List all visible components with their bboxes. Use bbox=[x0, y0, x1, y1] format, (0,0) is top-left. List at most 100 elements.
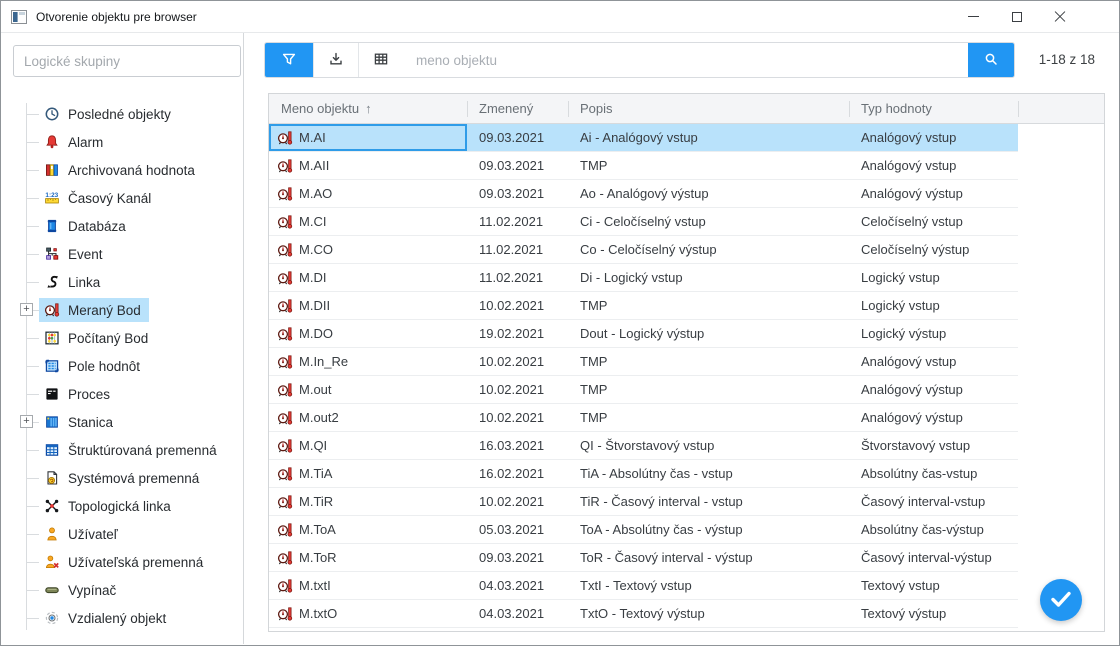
funnel-icon bbox=[281, 51, 297, 70]
column-header[interactable]: Popis bbox=[568, 94, 849, 123]
table-row[interactable]: M.out10.02.2021TMPAnalógový výstup bbox=[269, 376, 1104, 404]
station-icon bbox=[43, 414, 60, 431]
tree-item-linka[interactable]: Linka bbox=[1, 268, 243, 296]
table-row[interactable]: M.CI11.02.2021Ci - Celočíselný vstupCelo… bbox=[269, 208, 1104, 236]
tree-item-meran-bod[interactable]: Meraný Bod bbox=[1, 296, 243, 324]
tree-item-topologick-linka[interactable]: Topologická linka bbox=[1, 492, 243, 520]
column-header[interactable]: Typ hodnoty bbox=[849, 94, 1018, 123]
cell-object-name[interactable]: M.ToA bbox=[269, 516, 467, 544]
table-row[interactable]: M.TiR10.02.2021TiR - Časový interval - v… bbox=[269, 488, 1104, 516]
cell-object-name[interactable]: M.CI bbox=[269, 208, 467, 236]
tree-item-vzdialen-objekt[interactable]: Vzdialený objekt bbox=[1, 604, 243, 632]
cell-object-name[interactable]: M.AII bbox=[269, 152, 467, 180]
table-row[interactable]: M.DI11.02.2021Di - Logický vstupLogický … bbox=[269, 264, 1104, 292]
tree-item-u-vate-sk-premenn-[interactable]: Užívateľská premenná bbox=[1, 548, 243, 576]
table-row[interactable]: M.AO09.03.2021Ao - Analógový výstupAnaló… bbox=[269, 180, 1104, 208]
main-panel: 1-18 z 18 Meno objektu↑ZmenenýPopisTyp h… bbox=[244, 33, 1119, 644]
object-name: M.DO bbox=[299, 326, 333, 341]
tree-item-proces[interactable]: Proces bbox=[1, 380, 243, 408]
logical-groups-input[interactable] bbox=[13, 45, 241, 77]
cell-object-name[interactable]: M.TiR bbox=[269, 488, 467, 516]
object-name: M.TiR bbox=[299, 494, 333, 509]
cell-modified-date: 16.02.2021 bbox=[467, 460, 568, 488]
column-header[interactable]: Meno objektu↑ bbox=[269, 94, 467, 123]
tree-item-u-vate-[interactable]: Užívateľ bbox=[1, 520, 243, 548]
window-title: Otvorenie objektu pre browser bbox=[36, 10, 197, 24]
tree-item--asov-kan-l[interactable]: 1:23Časový Kanál bbox=[1, 184, 243, 212]
search-icon bbox=[983, 51, 999, 70]
maximize-button[interactable] bbox=[995, 2, 1038, 32]
table-row[interactable]: M.DII10.02.2021TMPLogický vstup bbox=[269, 292, 1104, 320]
cell-object-name[interactable]: M.CO bbox=[269, 236, 467, 264]
cell-value-type: Celočíselný vstup bbox=[849, 208, 1018, 236]
expand-icon[interactable] bbox=[20, 415, 33, 428]
tree-item-label: Posledné objekty bbox=[68, 107, 171, 122]
table-row[interactable]: M.In_Re10.02.2021TMPAnalógový vstup bbox=[269, 348, 1104, 376]
object-name: M.QI bbox=[299, 438, 327, 453]
cell-object-name[interactable]: M.DI bbox=[269, 264, 467, 292]
table-row[interactable]: M.txtI04.03.2021TxtI - Textový vstupText… bbox=[269, 572, 1104, 600]
search-button[interactable] bbox=[968, 43, 1014, 77]
cell-value-type: Analógový výstup bbox=[849, 180, 1018, 208]
table-row[interactable]: M.out210.02.2021TMPAnalógový výstup bbox=[269, 404, 1104, 432]
title-bar: Otvorenie objektu pre browser bbox=[1, 1, 1119, 33]
cell-object-name[interactable]: M.txtO bbox=[269, 600, 467, 628]
cell-object-name[interactable]: M.DII bbox=[269, 292, 467, 320]
cell-object-name[interactable]: M.AO bbox=[269, 180, 467, 208]
cell-object-name[interactable]: M.TiA bbox=[269, 460, 467, 488]
object-name-search-input[interactable] bbox=[403, 43, 968, 77]
tree-item-stanica[interactable]: Stanica bbox=[1, 408, 243, 436]
cell-description: Ci - Celočíselný vstup bbox=[568, 208, 849, 236]
column-label: Meno objektu bbox=[281, 101, 359, 116]
columns-button[interactable] bbox=[358, 43, 403, 77]
table-row[interactable]: M.AII09.03.2021TMPAnalógový vstup bbox=[269, 152, 1104, 180]
tree-item-pole-hodn-t[interactable]: Pole hodnôt bbox=[1, 352, 243, 380]
cell-description: TiA - Absolútny čas - vstup bbox=[568, 460, 849, 488]
svg-text:1:23: 1:23 bbox=[45, 192, 58, 199]
minimize-button[interactable] bbox=[952, 2, 995, 32]
table-row[interactable]: M.ToA05.03.2021ToA - Absolútny čas - výs… bbox=[269, 516, 1104, 544]
table-row[interactable]: M.TiA16.02.2021TiA - Absolútny čas - vst… bbox=[269, 460, 1104, 488]
table-row[interactable]: M.CO11.02.2021Co - Celočíselný výstupCel… bbox=[269, 236, 1104, 264]
table-row[interactable]: M.DO19.02.2021Dout - Logický výstupLogic… bbox=[269, 320, 1104, 348]
tree-item-alarm[interactable]: Alarm bbox=[1, 128, 243, 156]
cell-value-type: Logický vstup bbox=[849, 292, 1018, 320]
tree-item-datab-za[interactable]: Databáza bbox=[1, 212, 243, 240]
tree-item-archivovan-hodnota[interactable]: Archivovaná hodnota bbox=[1, 156, 243, 184]
confirm-button[interactable] bbox=[1040, 579, 1082, 621]
tree-item-label: Pole hodnôt bbox=[68, 359, 140, 374]
download-icon bbox=[328, 51, 344, 70]
table-row[interactable]: M.ToR09.03.2021ToR - Časový interval - v… bbox=[269, 544, 1104, 572]
cell-object-name[interactable]: M.out bbox=[269, 376, 467, 404]
expand-icon[interactable] bbox=[20, 303, 33, 316]
cell-description: TMP bbox=[568, 348, 849, 376]
tree-item-posledn-objekty[interactable]: Posledné objekty bbox=[1, 100, 243, 128]
table-row[interactable]: M.AI09.03.2021Ai - Analógový vstupAnalóg… bbox=[269, 124, 1104, 152]
tree-item-label: Užívateľská premenná bbox=[68, 555, 203, 570]
column-label: Zmenený bbox=[479, 101, 533, 116]
measured-point-icon bbox=[277, 578, 293, 594]
cell-filler bbox=[1018, 180, 1104, 208]
cell-object-name[interactable]: M.out2 bbox=[269, 404, 467, 432]
objects-table: Meno objektu↑ Zmenený PopisTyp hodnoty M.A… bbox=[268, 93, 1105, 632]
tree-item-po-tan-bod[interactable]: Počítaný Bod bbox=[1, 324, 243, 352]
table-row[interactable]: M.QI16.03.2021QI - Štvorstavový vstupŠtv… bbox=[269, 432, 1104, 460]
close-button[interactable] bbox=[1038, 2, 1081, 32]
cell-object-name[interactable]: M.In_Re bbox=[269, 348, 467, 376]
tree-item-vyp-na-[interactable]: Vypínač bbox=[1, 576, 243, 604]
cell-object-name[interactable]: M.AI bbox=[269, 124, 467, 152]
filter-button[interactable] bbox=[265, 43, 313, 77]
cell-object-name[interactable]: M.txtI bbox=[269, 572, 467, 600]
tree-item-syst-mov-premenn-[interactable]: Systémová premenná bbox=[1, 464, 243, 492]
cell-object-name[interactable]: M.QI bbox=[269, 432, 467, 460]
cell-object-name[interactable]: M.DO bbox=[269, 320, 467, 348]
cell-object-name[interactable]: M.ToR bbox=[269, 544, 467, 572]
export-button[interactable] bbox=[313, 43, 358, 77]
cell-modified-date: 10.02.2021 bbox=[467, 376, 568, 404]
cell-filler bbox=[1018, 488, 1104, 516]
column-header[interactable]: Zmenený bbox=[467, 94, 568, 123]
tree-item--trukt-rovan-premenn-[interactable]: Štruktúrovaná premenná bbox=[1, 436, 243, 464]
table-row[interactable]: M.txtO04.03.2021TxtO - Textový výstupTex… bbox=[269, 600, 1104, 628]
tree-item-event[interactable]: Event bbox=[1, 240, 243, 268]
check-icon bbox=[1040, 578, 1082, 623]
